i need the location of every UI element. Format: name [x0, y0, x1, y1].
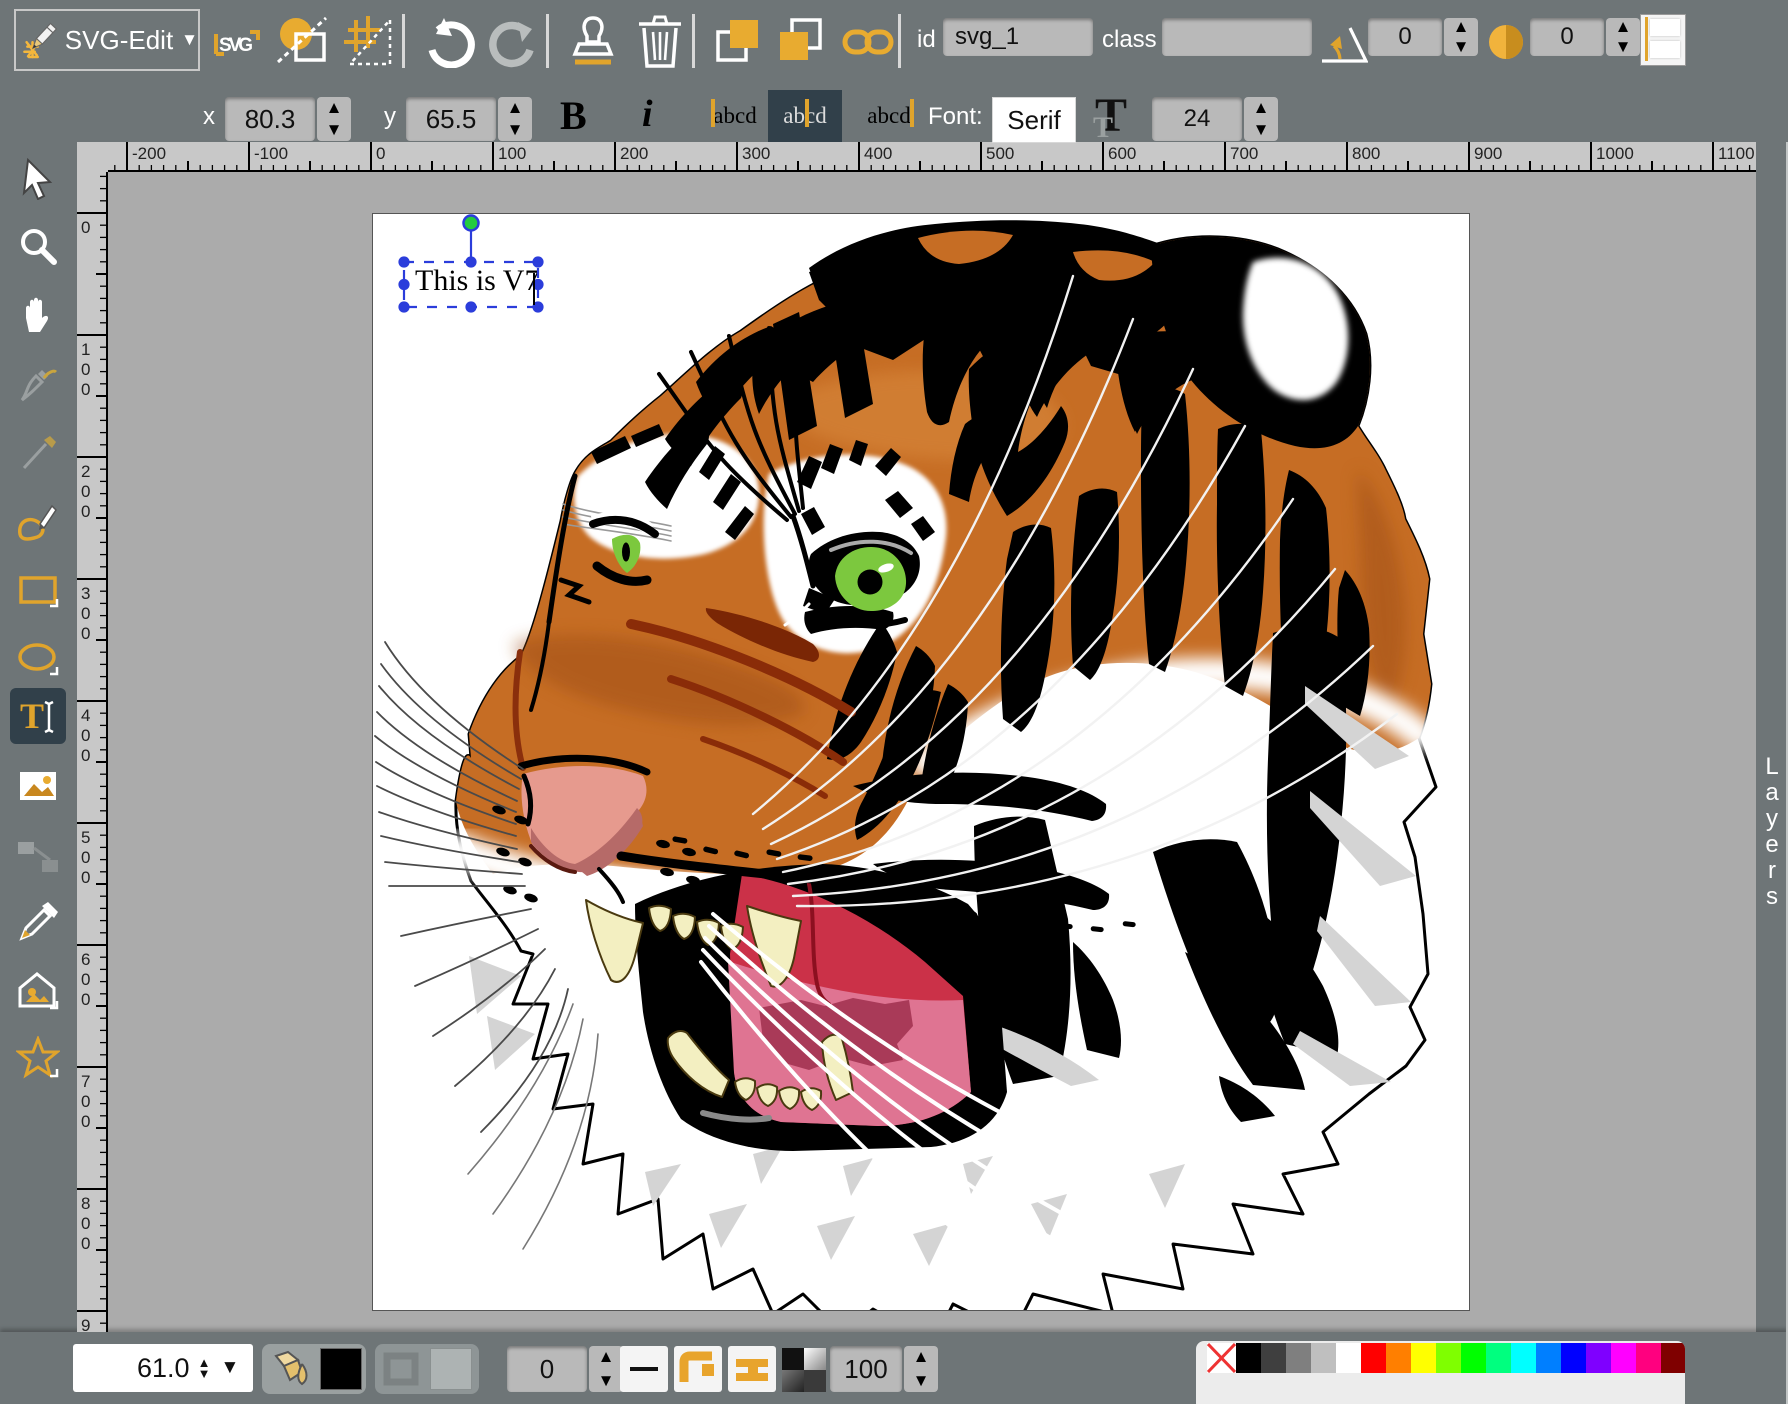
- svg-text:0: 0: [376, 144, 385, 163]
- svg-text:0: 0: [81, 604, 90, 623]
- svg-text:200: 200: [620, 144, 648, 163]
- svg-text:800: 800: [1352, 144, 1380, 163]
- svg-text:0: 0: [81, 1214, 90, 1233]
- svg-text:500: 500: [986, 144, 1014, 163]
- svg-text:0: 0: [81, 746, 90, 765]
- svg-text:300: 300: [742, 144, 770, 163]
- svg-text:8: 8: [81, 1194, 90, 1213]
- svg-text:3: 3: [81, 584, 90, 603]
- svg-text:-100: -100: [254, 144, 288, 163]
- svg-text:1100: 1100: [1718, 144, 1755, 163]
- svg-text:0: 0: [81, 380, 90, 399]
- svg-text:5: 5: [81, 828, 90, 847]
- svg-text:0: 0: [81, 1092, 90, 1111]
- svg-text:0: 0: [81, 218, 90, 237]
- svg-text:600: 600: [1108, 144, 1136, 163]
- svg-text:0: 0: [81, 502, 90, 521]
- svg-text:6: 6: [81, 950, 90, 969]
- svg-text:0: 0: [81, 848, 90, 867]
- svg-text:SVG: SVG: [219, 35, 253, 56]
- svg-text:900: 900: [1474, 144, 1502, 163]
- svg-text:9: 9: [81, 1316, 90, 1332]
- svg-text:4: 4: [81, 706, 90, 725]
- svg-text:100: 100: [498, 144, 526, 163]
- svg-text:700: 700: [1230, 144, 1258, 163]
- svg-text:2: 2: [81, 462, 90, 481]
- svg-text:400: 400: [864, 144, 892, 163]
- svg-text:0: 0: [81, 868, 90, 887]
- svg-text:0: 0: [81, 1234, 90, 1253]
- svg-text:1: 1: [81, 340, 90, 359]
- svg-text:0: 0: [81, 1112, 90, 1131]
- svg-text:7: 7: [81, 1072, 90, 1091]
- svg-text:0: 0: [81, 726, 90, 745]
- svg-text:0: 0: [81, 482, 90, 501]
- svg-text:1000: 1000: [1596, 144, 1634, 163]
- svg-text:-200: -200: [132, 144, 166, 163]
- svg-text:0: 0: [81, 360, 90, 379]
- svg-text:0: 0: [81, 970, 90, 989]
- svg-text:0: 0: [81, 624, 90, 643]
- svg-text:T: T: [20, 696, 44, 736]
- svg-text:0: 0: [81, 990, 90, 1009]
